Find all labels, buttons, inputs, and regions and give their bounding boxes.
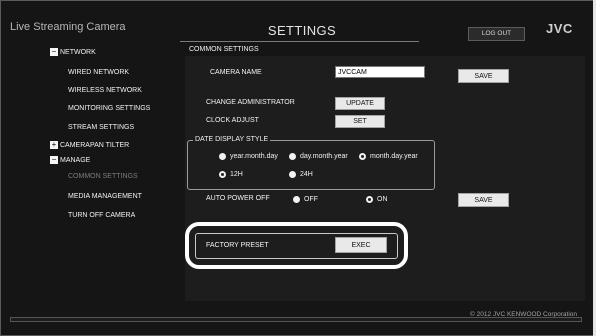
radio-day-month-year[interactable]: day.month.year [289, 153, 348, 160]
nav-manage[interactable]: − MANAGE [50, 156, 90, 164]
radio-label: day.month.year [300, 153, 348, 160]
nav-common-settings[interactable]: COMMON SETTINGS [68, 173, 138, 180]
radio-year-month-day[interactable]: year.month.day [219, 153, 278, 160]
camera-name-input[interactable]: JVCCAM [335, 66, 425, 78]
nav-turn-off-camera[interactable]: TURN OFF CAMERA [68, 212, 135, 219]
brand-logo: JVC [546, 21, 573, 36]
app-window: Live Streaming Camera SETTINGS LOG OUT J… [0, 0, 596, 336]
nav-stream-settings[interactable]: STREAM SETTINGS [68, 124, 134, 131]
radio-12h[interactable]: 12H [219, 171, 243, 178]
auto-power-off-label: AUTO POWER OFF [206, 195, 270, 202]
radio-label: 24H [300, 171, 313, 178]
page-title: SETTINGS [267, 23, 337, 38]
collapse-icon[interactable]: − [50, 48, 58, 56]
nav-manage-label: MANAGE [60, 156, 91, 164]
status-bar [10, 317, 582, 322]
radio-indicator-selected[interactable] [366, 196, 373, 203]
camera-name-label: CAMERA NAME [210, 69, 262, 76]
radio-power-off[interactable]: OFF [293, 196, 318, 203]
app-title: Live Streaming Camera [10, 21, 126, 33]
factory-preset-label: FACTORY PRESET [206, 242, 269, 249]
nav-network-label: NETWORK [60, 48, 96, 56]
exec-button[interactable]: EXEC [335, 237, 387, 253]
nav-media-management[interactable]: MEDIA MANAGEMENT [68, 193, 142, 200]
radio-indicator[interactable] [219, 153, 226, 160]
nav-wired-network[interactable]: WIRED NETWORK [68, 69, 129, 76]
clock-adjust-label: CLOCK ADJUST [206, 117, 259, 124]
date-display-style-legend: DATE DISPLAY STYLE [193, 136, 271, 143]
radio-label: month.day.year [370, 153, 418, 160]
radio-indicator[interactable] [289, 153, 296, 160]
radio-indicator-selected[interactable] [359, 153, 366, 160]
radio-indicator[interactable] [289, 171, 296, 178]
nav-network[interactable]: − NETWORK [50, 48, 96, 56]
date-display-fieldset [187, 140, 435, 190]
radio-label: year.month.day [230, 153, 278, 160]
radio-power-on[interactable]: ON [366, 196, 388, 203]
nav-camera-pan-tilter-label: CAMERAPAN TILTER [60, 141, 130, 149]
nav-wireless-network[interactable]: WIRELESS NETWORK [68, 87, 142, 94]
logout-button[interactable]: LOG OUT [468, 27, 525, 41]
radio-label: 12H [230, 171, 243, 178]
radio-indicator[interactable] [293, 196, 300, 203]
radio-month-day-year[interactable]: month.day.year [359, 153, 418, 160]
set-button[interactable]: SET [335, 115, 385, 128]
radio-label: OFF [304, 196, 318, 203]
radio-label: ON [377, 196, 388, 203]
nav-camera-pan-tilter[interactable]: + CAMERAPAN TILTER [50, 141, 129, 149]
title-divider [180, 41, 419, 42]
update-button[interactable]: UPDATE [335, 97, 385, 110]
expand-icon[interactable]: + [50, 141, 58, 149]
collapse-icon[interactable]: − [50, 156, 58, 164]
change-administrator-label: CHANGE ADMINISTRATOR [206, 99, 295, 106]
save-auto-power-button[interactable]: SAVE [458, 193, 509, 207]
nav-monitoring-settings[interactable]: MONITORING SETTINGS [68, 105, 150, 112]
save-camera-name-button[interactable]: SAVE [458, 69, 509, 83]
radio-indicator-selected[interactable] [219, 171, 226, 178]
radio-24h[interactable]: 24H [289, 171, 313, 178]
panel-heading: COMMON SETTINGS [189, 46, 259, 53]
